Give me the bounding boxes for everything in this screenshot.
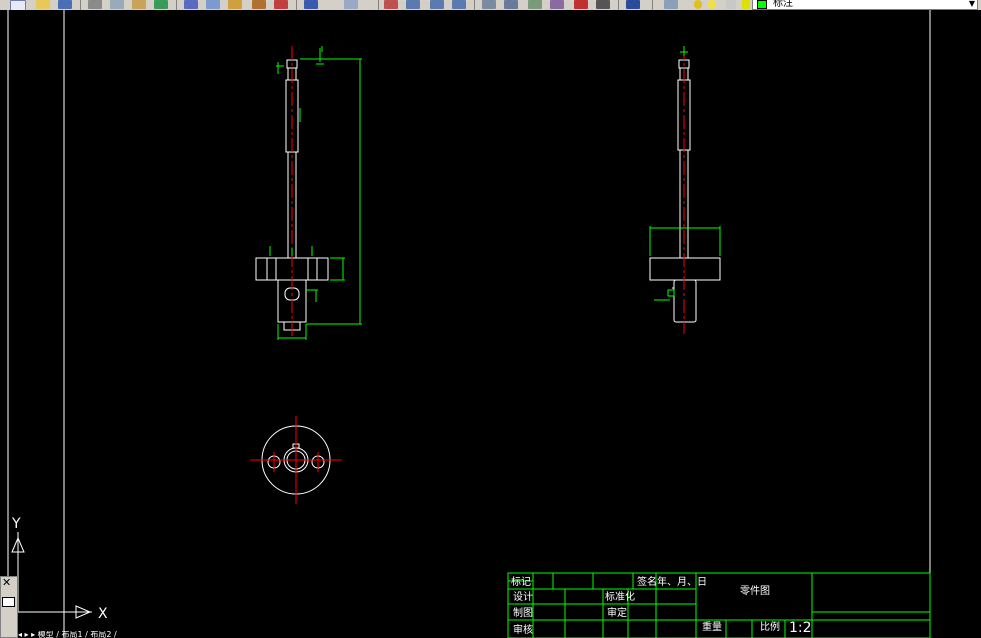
layer-color-icon[interactable] bbox=[742, 0, 750, 9]
toolbar-separator bbox=[80, 0, 81, 10]
title-drafting-label: 制图 bbox=[513, 606, 533, 619]
cut-icon[interactable] bbox=[184, 0, 198, 9]
layer-color-swatch bbox=[757, 0, 767, 9]
calculator-icon[interactable] bbox=[596, 0, 610, 9]
block-editor-icon[interactable] bbox=[274, 0, 288, 9]
close-icon[interactable]: ✕ bbox=[2, 577, 11, 588]
command-window-panel[interactable]: ✕ bbox=[0, 576, 18, 638]
title-review1-label: 审定 bbox=[607, 606, 627, 619]
open-icon[interactable] bbox=[36, 0, 50, 9]
redo-icon[interactable] bbox=[344, 0, 358, 9]
ucs-y-label: Y bbox=[11, 516, 21, 532]
design-center-icon[interactable] bbox=[504, 0, 518, 9]
layer-freeze-icon[interactable] bbox=[708, 0, 716, 9]
zoom-window-icon[interactable] bbox=[430, 0, 444, 9]
layout-tabs[interactable]: ◂ ▸ ▸ 模型 / 布局1 / 布局2 / bbox=[18, 631, 318, 638]
layer-dropdown-value: 标注 bbox=[773, 0, 793, 9]
title-scale-label: 比例 bbox=[760, 620, 780, 633]
undo-icon[interactable] bbox=[304, 0, 318, 9]
tool-palettes-icon[interactable] bbox=[528, 0, 542, 9]
layer-on-icon[interactable] bbox=[694, 0, 702, 9]
copy-icon[interactable] bbox=[206, 0, 220, 9]
zoom-previous-icon[interactable] bbox=[452, 0, 466, 9]
title-part-name: 零件图 bbox=[740, 585, 770, 597]
layer-lock-icon[interactable] bbox=[726, 0, 736, 9]
layer-manager-icon[interactable] bbox=[664, 0, 678, 9]
properties-icon[interactable] bbox=[482, 0, 496, 9]
publish-icon[interactable] bbox=[132, 0, 146, 9]
zoom-realtime-icon[interactable] bbox=[406, 0, 420, 9]
toolbar-separator bbox=[176, 0, 177, 10]
layer-dropdown[interactable]: 标注 ▼ bbox=[752, 0, 978, 10]
print-icon[interactable] bbox=[88, 0, 102, 9]
help-icon[interactable] bbox=[626, 0, 640, 9]
title-design-label: 设计 bbox=[513, 590, 533, 603]
command-line-icon bbox=[2, 597, 15, 607]
title-standardization-label: 标准化 bbox=[605, 590, 635, 603]
toolbar-separator bbox=[296, 0, 297, 10]
markup-icon[interactable] bbox=[574, 0, 588, 9]
3d-dwf-icon[interactable] bbox=[154, 0, 168, 9]
pan-icon[interactable] bbox=[384, 0, 398, 9]
title-mark-label: 标记 bbox=[511, 576, 531, 588]
toolbar-separator bbox=[618, 0, 619, 10]
toolbar-separator bbox=[652, 0, 653, 10]
title-date-label: 年、月、日 bbox=[657, 575, 707, 588]
drawing-canvas[interactable]: Y X 标记 签名 年、月、日 设计 标准化 制图 审定 审核 零件图 重量 比… bbox=[0, 10, 981, 638]
sheet-set-icon[interactable] bbox=[550, 0, 564, 9]
paste-icon[interactable] bbox=[228, 0, 242, 9]
ucs-x-label: X bbox=[98, 606, 108, 622]
title-weight-label: 重量 bbox=[702, 620, 722, 633]
toolbar-separator bbox=[378, 0, 379, 10]
toolbar-separator bbox=[474, 0, 475, 10]
plot-preview-icon[interactable] bbox=[110, 0, 124, 9]
match-properties-icon[interactable] bbox=[252, 0, 266, 9]
chevron-down-icon[interactable]: ▼ bbox=[969, 0, 975, 9]
title-scale-value: 1:2 bbox=[789, 620, 812, 636]
save-icon[interactable] bbox=[58, 0, 72, 9]
title-sign-label: 签名 bbox=[637, 575, 657, 588]
title-review2-label: 审核 bbox=[513, 623, 533, 636]
